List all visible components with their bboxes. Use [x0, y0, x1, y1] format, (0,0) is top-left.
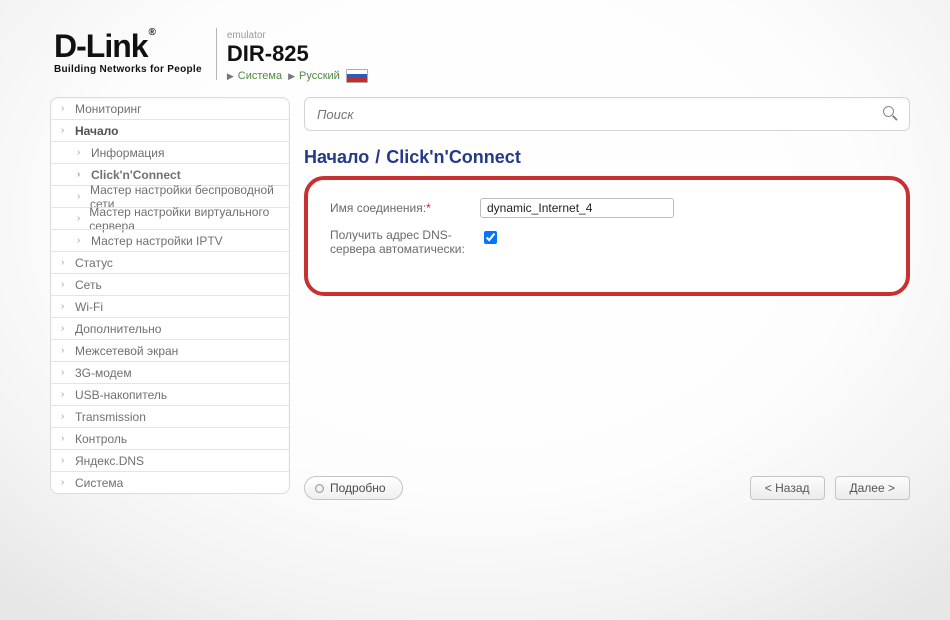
- label-connection-name: Имя соединения:*: [330, 201, 480, 215]
- search-icon[interactable]: [883, 106, 899, 122]
- search-input[interactable]: [315, 106, 883, 123]
- model-name: DIR-825: [227, 43, 368, 65]
- search-bar[interactable]: [304, 97, 910, 131]
- sidebar-item[interactable]: › Transmission: [51, 405, 289, 427]
- sidebar-item-label: USB-накопитель: [75, 388, 167, 402]
- chevron-right-icon: ›: [77, 147, 87, 158]
- breadcrumb-leaf: Click'n'Connect: [386, 147, 521, 168]
- sidebar-item[interactable]: › 3G-модем: [51, 361, 289, 383]
- brand-name: D-Link®: [54, 28, 155, 62]
- breadcrumb-root[interactable]: Начало: [304, 147, 369, 168]
- chevron-right-icon: ›: [61, 279, 71, 290]
- sidebar-item-label: Сеть: [75, 278, 102, 292]
- breadcrumb-sep: /: [375, 147, 380, 168]
- chevron-right-icon: ›: [61, 125, 71, 136]
- details-button-label: Подробно: [330, 481, 386, 495]
- sidebar-item-label: Система: [75, 476, 123, 490]
- chevron-right-icon: ›: [77, 213, 85, 224]
- chevron-right-icon: ›: [61, 477, 71, 488]
- footer-actions: Подробно < Назад Далее >: [304, 476, 910, 500]
- details-button[interactable]: Подробно: [304, 476, 403, 500]
- sidebar-item[interactable]: › Яндекс.DNS: [51, 449, 289, 471]
- sidebar-item[interactable]: ›Мастер настройки виртуального сервера: [51, 207, 289, 229]
- chevron-right-icon: ›: [61, 257, 71, 268]
- crumb-language[interactable]: Русский: [299, 70, 340, 82]
- sidebar-item[interactable]: › Статус: [51, 251, 289, 273]
- chevron-right-icon: ›: [61, 367, 71, 378]
- flag-ru-icon[interactable]: [346, 69, 368, 83]
- back-button[interactable]: < Назад: [750, 476, 825, 500]
- chevron-right-icon: ▶: [288, 71, 295, 82]
- chevron-right-icon: ›: [61, 389, 71, 400]
- sidebar-item-label: Transmission: [75, 410, 146, 424]
- next-button-label: Далее >: [850, 481, 896, 495]
- sidebar-item[interactable]: › Межсетевой экран: [51, 339, 289, 361]
- sidebar-item-label: Начало: [75, 124, 118, 138]
- chevron-right-icon: ›: [61, 433, 71, 444]
- sidebar-item-label: Яндекс.DNS: [75, 454, 144, 468]
- sidebar-item[interactable]: › Дополнительно: [51, 317, 289, 339]
- sidebar-item[interactable]: › Контроль: [51, 427, 289, 449]
- brand-tagline: Building Networks for People: [54, 64, 202, 75]
- sidebar-item[interactable]: › Информация: [51, 141, 289, 163]
- sidebar-item-label: Дополнительно: [75, 322, 161, 336]
- main-content: Начало / Click'n'Connect Имя соединения:…: [304, 97, 910, 500]
- sidebar-item-label: Межсетевой экран: [75, 344, 178, 358]
- sidebar-item[interactable]: › Wi-Fi: [51, 295, 289, 317]
- chevron-right-icon: ›: [61, 323, 71, 334]
- page-breadcrumb: Начало / Click'n'Connect: [304, 147, 910, 168]
- chevron-right-icon: ›: [77, 235, 87, 246]
- crumb-system[interactable]: Система: [238, 70, 282, 82]
- sidebar-item[interactable]: › Начало: [51, 119, 289, 141]
- chevron-right-icon: ›: [61, 345, 71, 356]
- chevron-right-icon: ›: [61, 455, 71, 466]
- checkbox-dns-auto[interactable]: [484, 231, 497, 244]
- sidebar: › Мониторинг › Начало › Информация › Click'n'Co…: [50, 97, 290, 494]
- chevron-right-icon: ›: [61, 103, 71, 114]
- bullet-icon: [315, 484, 324, 493]
- chevron-right-icon: ›: [61, 411, 71, 422]
- sidebar-item-label: Мастер настройки IPTV: [91, 234, 223, 248]
- sidebar-item-label: Click'n'Connect: [91, 168, 181, 182]
- emulator-label: emulator: [227, 30, 368, 41]
- label-dns-auto: Получить адрес DNS-сервера автоматически…: [330, 228, 480, 256]
- sidebar-item-label: Wi-Fi: [75, 300, 103, 314]
- sidebar-item-label: Статус: [75, 256, 113, 270]
- sidebar-item[interactable]: › Мониторинг: [51, 98, 289, 119]
- sidebar-item[interactable]: › Сеть: [51, 273, 289, 295]
- header: D-Link® Building Networks for People emu…: [10, 0, 940, 97]
- sidebar-item[interactable]: › Мастер настройки IPTV: [51, 229, 289, 251]
- chevron-right-icon: ›: [77, 191, 86, 202]
- input-connection-name[interactable]: [480, 198, 674, 218]
- model-block: emulator DIR-825 ▶ Система ▶ Русский: [227, 28, 368, 83]
- sidebar-item-label: 3G-модем: [75, 366, 132, 380]
- header-breadcrumbs: ▶ Система ▶ Русский: [227, 69, 368, 83]
- chevron-right-icon: ▶: [227, 71, 234, 82]
- sidebar-item[interactable]: › Система: [51, 471, 289, 493]
- back-button-label: < Назад: [765, 481, 810, 495]
- row-connection-name: Имя соединения:*: [330, 198, 884, 218]
- row-dns-auto: Получить адрес DNS-сервера автоматически…: [330, 228, 884, 256]
- highlighted-form-panel: Имя соединения:* Получить адрес DNS-серв…: [304, 176, 910, 296]
- header-divider: [216, 28, 217, 80]
- sidebar-item-label: Мониторинг: [75, 102, 142, 116]
- sidebar-item-label: Контроль: [75, 432, 127, 446]
- brand-logo: D-Link® Building Networks for People: [54, 28, 202, 75]
- sidebar-item[interactable]: › USB-накопитель: [51, 383, 289, 405]
- sidebar-item-label: Информация: [91, 146, 164, 160]
- chevron-right-icon: ›: [61, 301, 71, 312]
- chevron-right-icon: ›: [77, 169, 87, 180]
- next-button[interactable]: Далее >: [835, 476, 911, 500]
